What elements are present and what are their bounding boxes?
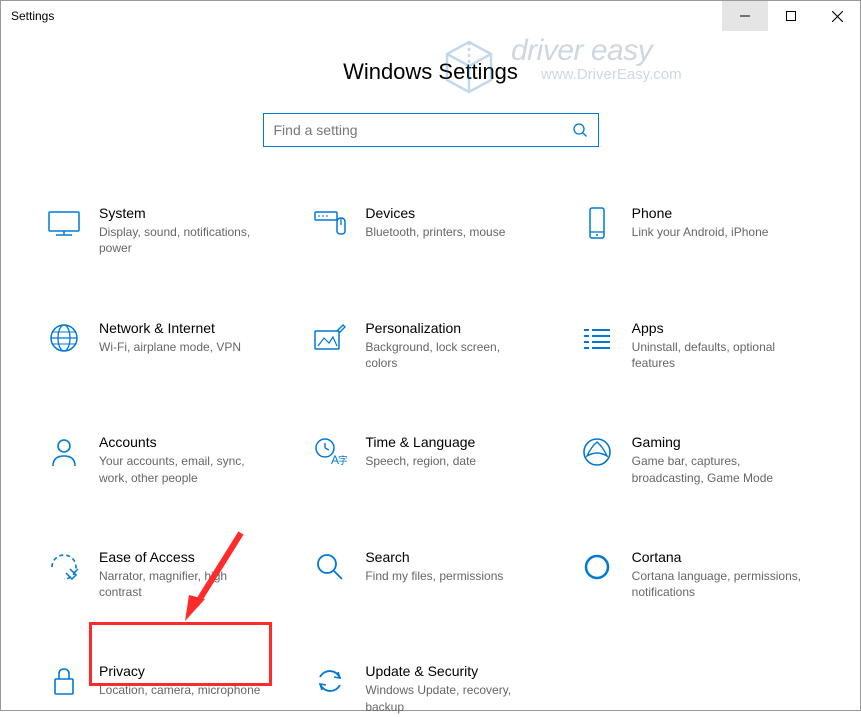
tile-desc: Windows Update, recovery, backup: [365, 682, 535, 714]
tile-desc: Cortana language, permissions, notificat…: [632, 568, 802, 600]
tile-desc: Narrator, magnifier, high contrast: [99, 568, 269, 600]
ease-of-access-icon: [45, 548, 83, 586]
apps-icon: [578, 319, 616, 357]
tile-desc: Bluetooth, printers, mouse: [365, 224, 505, 240]
tile-devices[interactable]: Devices Bluetooth, printers, mouse: [307, 202, 553, 259]
tile-system[interactable]: System Display, sound, notifications, po…: [41, 202, 287, 259]
accounts-icon: [45, 433, 83, 471]
tile-cortana[interactable]: Cortana Cortana language, permissions, n…: [574, 546, 820, 603]
globe-icon: [45, 319, 83, 357]
tile-title: Time & Language: [365, 433, 476, 451]
tile-desc: Location, camera, microphone: [99, 682, 260, 698]
tile-time-language[interactable]: A字 Time & Language Speech, region, date: [307, 431, 553, 488]
tile-gaming[interactable]: Gaming Game bar, captures, broadcasting,…: [574, 431, 820, 488]
tile-desc: Your accounts, email, sync, work, other …: [99, 453, 269, 485]
update-icon: [311, 662, 349, 700]
tile-desc: Background, lock screen, colors: [365, 339, 535, 371]
tile-desc: Game bar, captures, broadcasting, Game M…: [632, 453, 802, 485]
tile-personalization[interactable]: Personalization Background, lock screen,…: [307, 317, 553, 374]
tile-title: Ease of Access: [99, 548, 269, 566]
tile-title: Gaming: [632, 433, 802, 451]
tile-ease-of-access[interactable]: Ease of Access Narrator, magnifier, high…: [41, 546, 287, 603]
page-title: Windows Settings: [1, 59, 860, 85]
personalization-icon: [311, 319, 349, 357]
tile-search[interactable]: Search Find my files, permissions: [307, 546, 553, 603]
window-controls: [722, 1, 860, 31]
devices-icon: [311, 204, 349, 242]
minimize-button[interactable]: [722, 1, 768, 31]
settings-grid: System Display, sound, notifications, po…: [1, 202, 860, 717]
magnifier-icon: [311, 548, 349, 586]
cortana-icon: [578, 548, 616, 586]
tile-title: Devices: [365, 204, 505, 222]
tile-title: Apps: [632, 319, 802, 337]
tile-title: Phone: [632, 204, 769, 222]
maximize-button[interactable]: [768, 1, 814, 31]
tile-title: Personalization: [365, 319, 535, 337]
phone-icon: [578, 204, 616, 242]
svg-text:字: 字: [338, 454, 347, 467]
tile-accounts[interactable]: Accounts Your accounts, email, sync, wor…: [41, 431, 287, 488]
search-box[interactable]: [263, 113, 599, 147]
lock-icon: [45, 662, 83, 700]
tile-title: Network & Internet: [99, 319, 241, 337]
tile-phone[interactable]: Phone Link your Android, iPhone: [574, 202, 820, 259]
tile-title: Update & Security: [365, 662, 535, 680]
tile-title: System: [99, 204, 269, 222]
tile-desc: Display, sound, notifications, power: [99, 224, 269, 256]
tile-update-security[interactable]: Update & Security Windows Update, recove…: [307, 660, 553, 717]
search-input[interactable]: [274, 122, 572, 138]
time-language-icon: A字: [311, 433, 349, 471]
tile-desc: Link your Android, iPhone: [632, 224, 769, 240]
tile-apps[interactable]: Apps Uninstall, defaults, optional featu…: [574, 317, 820, 374]
search-container: [1, 113, 860, 147]
close-button[interactable]: [814, 1, 860, 31]
tile-title: Privacy: [99, 662, 260, 680]
tile-desc: Uninstall, defaults, optional features: [632, 339, 802, 371]
window-title: Settings: [11, 9, 54, 23]
titlebar: Settings: [1, 1, 860, 31]
search-icon: [572, 122, 588, 138]
tile-desc: Wi-Fi, airplane mode, VPN: [99, 339, 241, 355]
tile-title: Search: [365, 548, 503, 566]
tile-network[interactable]: Network & Internet Wi-Fi, airplane mode,…: [41, 317, 287, 374]
tile-desc: Find my files, permissions: [365, 568, 503, 584]
gaming-icon: [578, 433, 616, 471]
tile-privacy[interactable]: Privacy Location, camera, microphone: [41, 660, 287, 717]
tile-desc: Speech, region, date: [365, 453, 476, 469]
tile-title: Accounts: [99, 433, 269, 451]
tile-title: Cortana: [632, 548, 802, 566]
system-icon: [45, 204, 83, 242]
